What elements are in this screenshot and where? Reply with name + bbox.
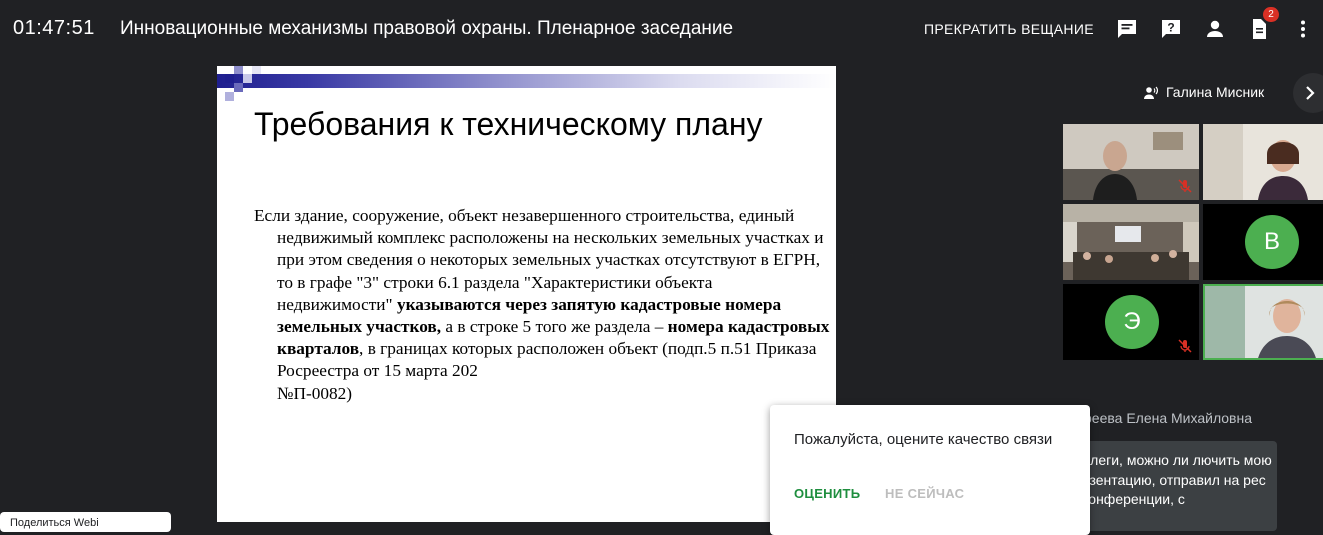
question-icon[interactable]: ? — [1159, 17, 1183, 41]
slide-header-bar — [217, 74, 836, 88]
share-pill[interactable]: Поделиться Webi — [0, 512, 171, 532]
meeting-title: Инновационные механизмы правовой охраны.… — [120, 18, 734, 39]
participant-avatar: Э — [1105, 295, 1159, 349]
video-feed — [1203, 124, 1323, 200]
speaking-icon — [1144, 86, 1158, 99]
muted-mic-icon — [1178, 339, 1192, 353]
participant-tile[interactable] — [1063, 124, 1199, 200]
chat-message-text: ллеги, можно ли лючить мою езентацию, от… — [1082, 452, 1272, 507]
muted-mic-icon — [1178, 179, 1192, 193]
presentation-slide: Требования к техническому плану Если зда… — [217, 66, 836, 522]
participant-tile[interactable]: В — [1203, 204, 1323, 280]
rate-button[interactable]: ОЦЕНИТЬ — [794, 486, 860, 501]
notification-badge: 2 — [1263, 7, 1279, 22]
meeting-timer: 01:47:51 — [13, 17, 95, 39]
participant-tile[interactable] — [1203, 124, 1323, 200]
slide-title: Требования к техническому плану — [254, 106, 763, 142]
participant-tile[interactable]: Э — [1063, 284, 1199, 360]
slide-body-part: №П-0082) — [277, 383, 353, 403]
active-speaker-name: Галина Мисник — [1166, 84, 1265, 100]
rating-popup: Пожалуйста, оцените качество связи ОЦЕНИ… — [770, 405, 1090, 535]
slide-body-part: а в строке 5 того же раздела – — [441, 317, 668, 337]
chevron-right-icon — [1306, 86, 1315, 100]
more-options-icon[interactable] — [1291, 17, 1315, 41]
slide-body-text: Если здание, сооружение, объект незаверш… — [254, 205, 832, 405]
slide-corner-decoration — [225, 66, 261, 101]
participant-avatar: В — [1245, 215, 1299, 269]
next-page-button[interactable] — [1293, 73, 1323, 113]
not-now-button[interactable]: НЕ СЕЙЧАС — [885, 486, 964, 501]
person-icon[interactable] — [1203, 17, 1227, 41]
participant-tile[interactable] — [1063, 204, 1199, 280]
video-feed — [1205, 286, 1323, 358]
video-feed — [1063, 204, 1199, 280]
svg-text:?: ? — [1167, 21, 1174, 35]
top-bar: 01:47:51 Инновационные механизмы правово… — [0, 0, 1323, 58]
chat-icon[interactable] — [1115, 17, 1139, 41]
stop-broadcast-button[interactable]: ПРЕКРАТИТЬ ВЕЩАНИЕ — [924, 21, 1094, 37]
chat-sender-name: реева Елена Михайловна — [1084, 410, 1253, 426]
rating-question: Пожалуйста, оцените качество связи — [794, 431, 1053, 448]
participant-tile-active[interactable] — [1203, 284, 1323, 360]
